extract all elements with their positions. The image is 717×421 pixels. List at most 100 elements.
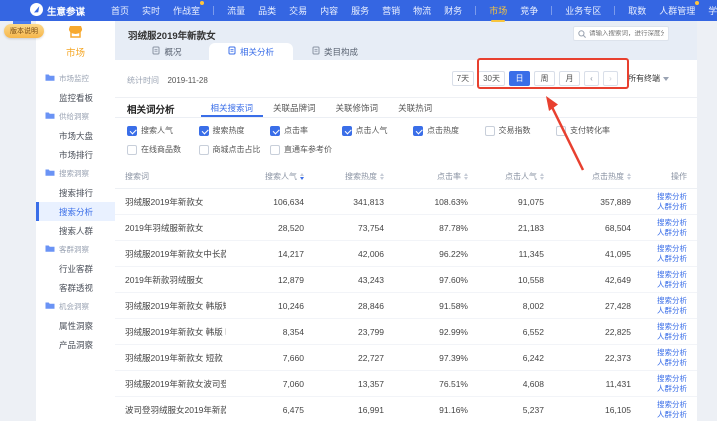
checkbox-label: 商城点击占比 xyxy=(213,144,261,155)
metric-filter-row-1: 搜索人气 搜索热度 点击率 点击人气 点击热度 交易指数 支付转化率 xyxy=(127,125,697,136)
nav-item-trade[interactable]: 交易 xyxy=(289,4,307,17)
search-analysis-link[interactable]: 搜索分析 xyxy=(657,192,687,202)
nav-item-traffic[interactable]: 流量 xyxy=(227,4,245,17)
col-label: 点击人气 xyxy=(505,171,537,182)
crowd-analysis-link[interactable]: 人群分析 xyxy=(657,358,687,368)
nav-item-market[interactable]: 市场 xyxy=(489,4,507,17)
cell-click-heat: 42,649 xyxy=(544,275,631,285)
tab-related-brand-words[interactable]: 关联品牌词 xyxy=(263,100,326,117)
checkbox-click-heat[interactable]: 点击热度 xyxy=(413,125,485,136)
sidebar-module-title: 市场 xyxy=(36,45,115,59)
search-analysis-link[interactable]: 搜索分析 xyxy=(657,270,687,280)
tab-overview[interactable]: 概况 xyxy=(125,43,209,60)
nav-item-data-fetch[interactable]: 取数 xyxy=(628,4,646,17)
nav-item-content[interactable]: 内容 xyxy=(320,4,338,17)
checkbox-payment-conversion[interactable]: 支付转化率 xyxy=(556,125,628,136)
crowd-analysis-link[interactable]: 人群分析 xyxy=(657,254,687,264)
prev-date-button[interactable]: ‹ xyxy=(584,71,599,86)
cell-search-word[interactable]: 羽绒服2019年新款女中长款 xyxy=(125,248,226,260)
version-note-badge[interactable]: 版本说明 xyxy=(4,24,44,38)
nav-item-category[interactable]: 品类 xyxy=(258,4,276,17)
search-analysis-link[interactable]: 搜索分析 xyxy=(657,218,687,228)
cell-search-word[interactable]: 羽绒服2019年新款女 短款 xyxy=(125,352,226,364)
checkbox-search-popularity[interactable]: 搜索人气 xyxy=(127,125,199,136)
next-date-button[interactable]: › xyxy=(603,71,618,86)
nav-item-marketing[interactable]: 营销 xyxy=(382,4,400,17)
search-analysis-link[interactable]: 搜索分析 xyxy=(657,296,687,306)
nav-item-service[interactable]: 服务 xyxy=(351,4,369,17)
terminal-filter-dropdown[interactable]: 所有终端 xyxy=(628,73,669,84)
col-header-click-rate[interactable]: 点击率 xyxy=(384,171,468,182)
search-analysis-link[interactable]: 搜索分析 xyxy=(657,400,687,410)
sidebar-item-search-rank[interactable]: 搜索排行 xyxy=(36,183,115,202)
nav-item-logistics[interactable]: 物流 xyxy=(413,4,431,17)
checkbox-trade-index[interactable]: 交易指数 xyxy=(485,125,557,136)
crowd-analysis-link[interactable]: 人群分析 xyxy=(657,332,687,342)
checkbox-mall-click-share[interactable]: 商城点击占比 xyxy=(199,144,271,155)
nav-item-home[interactable]: 首页 xyxy=(111,4,129,17)
nav-item-crowd-management[interactable]: 人群管理 xyxy=(659,4,695,17)
sidebar-item-market-rank[interactable]: 市场排行 xyxy=(36,145,115,164)
range-week-button[interactable]: 周 xyxy=(534,71,555,86)
sidebar-item-search-crowd[interactable]: 搜索人群 xyxy=(36,221,115,240)
col-header-search-word[interactable]: 搜索词 xyxy=(125,171,226,182)
cell-search-word[interactable]: 2019年羽绒服新款女 xyxy=(125,222,226,234)
tab-related-search-words[interactable]: 相关搜索词 xyxy=(201,100,264,117)
range-7d-button[interactable]: 7天 xyxy=(452,71,474,86)
checkbox-ztc-reference-price[interactable]: 直通车参考价 xyxy=(270,144,342,155)
nav-item-finance[interactable]: 财务 xyxy=(444,4,462,17)
cell-search-word[interactable]: 羽绒服2019年新款女波司登 xyxy=(125,378,226,390)
tab-related-hot-words[interactable]: 关联热词 xyxy=(388,100,442,117)
stat-time: 统计时间 2019-11-28 xyxy=(127,70,208,88)
crowd-analysis-link[interactable]: 人群分析 xyxy=(657,228,687,238)
sidebar-item-search-analysis[interactable]: 搜索分析 xyxy=(36,202,115,221)
tab-label: 相关分析 xyxy=(240,46,274,58)
tab-category-composition[interactable]: 类目构成 xyxy=(293,43,377,60)
sidebar-item-industry-customer[interactable]: 行业客群 xyxy=(36,259,115,278)
checkbox-icon xyxy=(127,145,137,155)
crowd-analysis-link[interactable]: 人群分析 xyxy=(657,410,687,420)
sidebar-item-customer-perspective[interactable]: 客群透视 xyxy=(36,278,115,297)
nav-item-realtime[interactable]: 实时 xyxy=(142,4,160,17)
crowd-analysis-link[interactable]: 人群分析 xyxy=(657,202,687,212)
crowd-analysis-link[interactable]: 人群分析 xyxy=(657,306,687,316)
nav-item-business-zone[interactable]: 业务专区 xyxy=(565,4,601,17)
nav-item-academy[interactable]: 学院 xyxy=(708,4,717,17)
search-analysis-link[interactable]: 搜索分析 xyxy=(657,374,687,384)
tab-related-modifier-words[interactable]: 关联修饰词 xyxy=(326,100,389,117)
checkbox-click-popularity[interactable]: 点击人气 xyxy=(342,125,414,136)
tab-related-analysis[interactable]: 相关分析 xyxy=(209,43,293,60)
nav-item-competition[interactable]: 竞争 xyxy=(520,4,538,17)
related-words-table: 搜索词 搜索人气 搜索热度 点击率 点击人气 点击热度 操作 羽绒服2019年新… xyxy=(115,165,697,421)
col-header-click-popularity[interactable]: 点击人气 xyxy=(468,171,544,182)
search-analysis-link[interactable]: 搜索分析 xyxy=(657,244,687,254)
cell-search-word[interactable]: 2019年新款羽绒服女 xyxy=(125,274,226,286)
search-analysis-link[interactable]: 搜索分析 xyxy=(657,348,687,358)
cell-search-word[interactable]: 羽绒服2019年新款女 韩版 时尚 xyxy=(125,326,226,338)
crowd-analysis-link[interactable]: 人群分析 xyxy=(657,384,687,394)
sidebar-item-attribute-insight[interactable]: 属性洞察 xyxy=(36,316,115,335)
search-analysis-link[interactable]: 搜索分析 xyxy=(657,322,687,332)
crowd-analysis-link[interactable]: 人群分析 xyxy=(657,280,687,290)
range-month-button[interactable]: 月 xyxy=(559,71,580,86)
app-logo[interactable]: 生意参谋 xyxy=(30,3,85,19)
sidebar-item-monitor-board[interactable]: 监控看板 xyxy=(36,88,115,107)
nav-item-war-room[interactable]: 作战室 xyxy=(173,4,200,17)
search-input[interactable] xyxy=(589,30,664,37)
col-header-search-popularity[interactable]: 搜索人气 xyxy=(226,171,304,182)
col-header-click-heat[interactable]: 点击热度 xyxy=(544,171,631,182)
checkbox-click-rate[interactable]: 点击率 xyxy=(270,125,342,136)
checkbox-online-products[interactable]: 在线商品数 xyxy=(127,144,199,155)
cell-search-heat: 73,754 xyxy=(304,223,384,233)
checkbox-search-heat[interactable]: 搜索热度 xyxy=(199,125,271,136)
sidebar-group-supply-insight: 供给洞察 xyxy=(36,107,115,126)
range-30d-button[interactable]: 30天 xyxy=(478,71,505,86)
cell-search-word[interactable]: 羽绒服2019年新款女 xyxy=(125,196,226,208)
sidebar-item-product-insight[interactable]: 产品洞察 xyxy=(36,335,115,354)
cell-search-word[interactable]: 波司登羽绒服女2019年新款 xyxy=(125,404,226,416)
sidebar-item-market-overview[interactable]: 市场大盘 xyxy=(36,126,115,145)
col-header-search-heat[interactable]: 搜索热度 xyxy=(304,171,384,182)
cell-search-word[interactable]: 羽绒服2019年新款女 韩版短款 xyxy=(125,300,226,312)
table-header: 搜索词 搜索人气 搜索热度 点击率 点击人气 点击热度 操作 xyxy=(115,165,697,189)
range-day-button[interactable]: 日 xyxy=(509,71,530,86)
